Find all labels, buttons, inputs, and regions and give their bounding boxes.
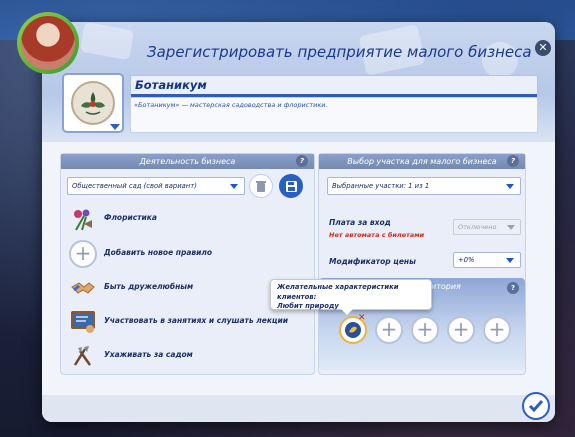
- lot-select-value: Выбранные участки: 1 из 1: [332, 182, 430, 190]
- entry-fee-label: Плата за вход: [329, 218, 391, 227]
- rule-label: Флористика: [104, 213, 157, 222]
- checkmark-icon: [528, 400, 544, 413]
- floristry-icon: [69, 205, 97, 233]
- entry-fee-select: Отключено: [453, 219, 521, 235]
- remove-trait-icon[interactable]: ✕: [358, 313, 366, 323]
- botanical-logo-icon: [71, 81, 115, 125]
- save-button[interactable]: [279, 174, 303, 198]
- sim-portrait: [21, 16, 75, 70]
- audience-title: итория: [431, 282, 461, 291]
- dialog-title: Зарегистрировать предприятие малого бизн…: [147, 43, 532, 61]
- entry-fee-value: Отключено: [458, 223, 497, 231]
- chevron-down-icon: [230, 184, 238, 189]
- activity-select-value: Общественный сад (свой вариант): [72, 182, 197, 190]
- confirm-button[interactable]: [522, 392, 550, 420]
- delete-button[interactable]: [249, 174, 273, 198]
- rule-label: Добавить новое правило: [104, 248, 213, 257]
- business-name-text: Ботаникум: [135, 78, 207, 92]
- price-modifier-select[interactable]: +0%: [453, 252, 521, 268]
- trash-icon: [256, 180, 266, 192]
- tooltip-line: Желательные характеристики клиентов:: [277, 283, 399, 301]
- rule-item[interactable]: Участвовать в занятиях и слушать лекции: [69, 308, 309, 336]
- lot-panel-title: Выбор участка для малого бизнеса: [347, 157, 497, 166]
- empty-trait-slot[interactable]: +: [375, 316, 403, 344]
- business-logo-picker[interactable]: [62, 73, 124, 133]
- save-icon: [285, 180, 297, 192]
- business-activity-panel: Деятельность бизнеса ? Общественный сад …: [60, 153, 315, 375]
- dialog-footer: [42, 395, 555, 422]
- close-icon[interactable]: ✕: [535, 40, 551, 56]
- avatar[interactable]: [17, 12, 79, 74]
- business-description-field[interactable]: «Ботаникум» — мастерская садоводства и ф…: [130, 97, 538, 133]
- chevron-down-icon: [110, 124, 120, 130]
- lot-panel-header: Выбор участка для малого бизнеса ?: [319, 154, 525, 169]
- business-description-text: «Ботаникум» — мастерская садоводства и ф…: [134, 101, 328, 109]
- business-name-field[interactable]: Ботаникум: [130, 75, 538, 98]
- empty-trait-slot[interactable]: +: [411, 316, 439, 344]
- chevron-down-icon: [506, 184, 514, 189]
- add-rule-button[interactable]: + Добавить новое правило: [69, 240, 309, 268]
- decor-card: [79, 22, 135, 61]
- lecture-icon: [69, 308, 97, 336]
- nature-lover-trait-icon: [345, 322, 361, 338]
- help-icon[interactable]: ?: [507, 282, 519, 294]
- trait-tooltip: Желательные характеристики клиентов: Люб…: [270, 279, 432, 315]
- entry-fee-warning: Нет автомата с билетами: [329, 231, 425, 239]
- chevron-down-icon: [506, 258, 514, 263]
- rule-item[interactable]: Флористика: [69, 205, 309, 233]
- rule-item[interactable]: Ухаживать за садом: [69, 342, 309, 370]
- handshake-icon: [69, 274, 97, 302]
- rule-label: Участвовать в занятиях и слушать лекции: [104, 316, 288, 325]
- price-modifier-value: +0%: [458, 256, 475, 264]
- rule-label: Ухаживать за садом: [104, 350, 193, 359]
- tooltip-line: Любит природу: [277, 302, 339, 310]
- activity-panel-title: Деятельность бизнеса: [139, 157, 236, 166]
- help-icon[interactable]: ?: [507, 155, 519, 167]
- rule-label: Быть дружелюбным: [104, 282, 194, 291]
- price-modifier-label: Модификатор цены: [329, 257, 416, 266]
- empty-trait-slot[interactable]: +: [447, 316, 475, 344]
- chevron-down-icon: [507, 225, 515, 230]
- lot-select[interactable]: Выбранные участки: 1 из 1: [327, 177, 521, 195]
- help-icon[interactable]: ?: [296, 155, 308, 167]
- activity-select[interactable]: Общественный сад (свой вариант): [67, 177, 245, 195]
- plus-icon: +: [69, 240, 97, 268]
- garden-tools-icon: [69, 342, 97, 370]
- activity-panel-header: Деятельность бизнеса ?: [61, 154, 314, 169]
- empty-trait-slot[interactable]: +: [483, 316, 511, 344]
